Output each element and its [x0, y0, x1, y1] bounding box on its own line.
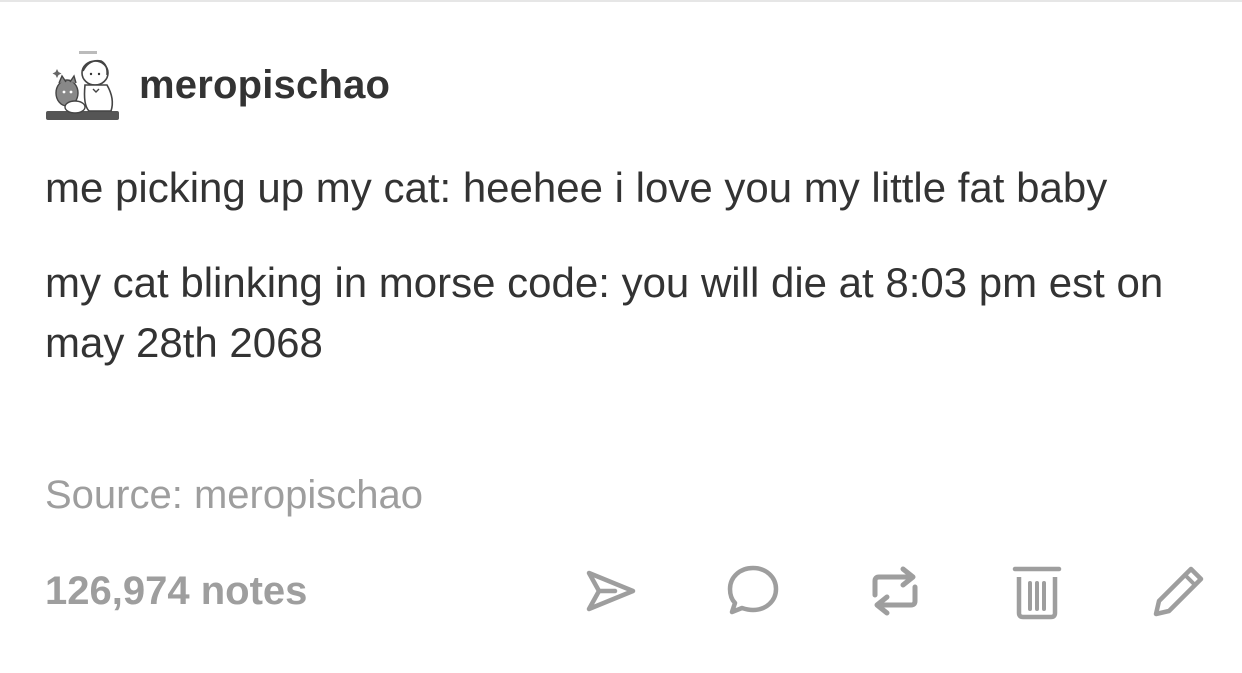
reblog-button[interactable] — [865, 561, 925, 621]
share-button[interactable] — [581, 561, 641, 621]
trash-icon — [1012, 566, 1062, 620]
post-header: meropischao — [45, 46, 390, 124]
notes-count[interactable]: 126,974 notes — [45, 569, 307, 614]
reply-button[interactable] — [723, 561, 783, 621]
post-paragraph: my cat blinking in morse code: you will … — [45, 259, 1164, 366]
avatar[interactable] — [45, 47, 121, 123]
pencil-icon — [1153, 566, 1204, 617]
post-body: me picking up my cat: heehee i love you … — [45, 158, 1205, 408]
comment-icon — [727, 565, 779, 615]
edit-button[interactable] — [1149, 561, 1209, 621]
avatar-drawing-icon — [45, 47, 121, 123]
username[interactable]: meropischao — [139, 63, 390, 108]
source-link[interactable]: Source: meropischao — [45, 473, 423, 518]
post-paragraph: me picking up my cat: heehee i love you … — [45, 164, 1108, 211]
post-footer: 126,974 notes — [45, 555, 1205, 627]
delete-button[interactable] — [1007, 561, 1067, 621]
reblog-icon — [872, 566, 918, 616]
post-card: meropischao me picking up my cat: heehee… — [45, 0, 1205, 673]
post-actions — [575, 555, 1205, 627]
send-icon — [586, 570, 636, 612]
